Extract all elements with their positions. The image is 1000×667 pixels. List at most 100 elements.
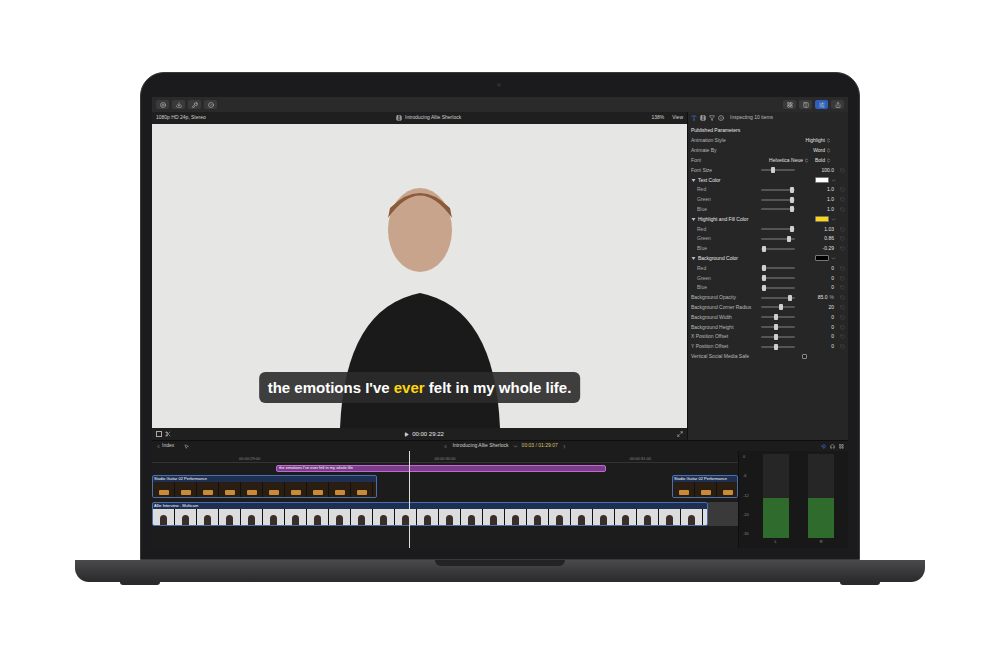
color-swatch[interactable] [815,177,829,183]
slider-track[interactable] [761,199,795,201]
video-inspector-icon[interactable] [700,115,706,121]
parameter-value[interactable]: 20 [795,305,834,310]
slider-track[interactable] [761,248,795,250]
reset-icon[interactable] [840,266,845,271]
caption[interactable]: the emotions I've ever felt in my whole … [259,372,581,403]
back-icon[interactable] [156,444,161,449]
index-button[interactable]: Index [162,442,174,450]
toolbar-icon[interactable] [835,102,841,108]
view-menu[interactable]: View [672,114,683,122]
reset-icon[interactable] [840,325,845,330]
slider-track[interactable] [761,208,795,210]
headphones-icon[interactable] [830,444,835,449]
slider-knob[interactable] [790,226,794,232]
chevron-icon[interactable] [513,444,518,449]
toolbar-icon[interactable] [176,102,182,108]
slider-knob[interactable] [774,314,778,320]
parameter-value[interactable]: -0.29 [795,246,834,251]
next-icon[interactable] [562,444,567,449]
toolbar-icon[interactable] [160,102,166,108]
color-swatch[interactable] [815,255,829,261]
reset-icon[interactable] [840,285,845,290]
slider-knob[interactable] [779,304,783,310]
parameter-value[interactable]: 0 [795,276,834,281]
reset-icon[interactable] [840,344,845,349]
reset-icon[interactable] [840,236,845,241]
slider-knob[interactable] [771,167,775,173]
disclosure-open-icon[interactable] [691,256,696,261]
popup-button[interactable]: Highlight [806,138,831,143]
title-inspector-icon[interactable] [691,115,697,121]
slider-track[interactable] [761,346,795,348]
slider-track[interactable] [761,316,795,318]
snapping-icon[interactable] [821,444,826,449]
disclosure-open-icon[interactable] [691,217,696,222]
color-swatch[interactable] [815,216,829,222]
slider-knob[interactable] [787,236,791,242]
reset-icon[interactable] [840,305,845,310]
slider-knob[interactable] [790,197,794,203]
slider-track[interactable] [761,169,795,171]
parameter-value[interactable]: 0 [795,266,834,271]
slider-knob[interactable] [762,285,766,291]
music-clip[interactable]: Studio Guitar 02 Performance [152,475,377,498]
slider-knob[interactable] [774,344,778,350]
parameter-value[interactable]: 0.86 [795,236,834,241]
parameter-value[interactable]: 0 [795,325,834,330]
reset-icon[interactable] [840,276,845,281]
parameter-value[interactable]: 1.0 [795,187,834,192]
slider-track[interactable] [761,326,795,328]
toolbar-icon[interactable] [192,102,198,108]
chevron-icon[interactable] [831,217,836,222]
slider-knob[interactable] [762,246,766,252]
slider-track[interactable] [761,189,795,191]
parameter-value[interactable]: 0 [795,285,834,290]
reset-icon[interactable] [840,197,845,202]
chevron-icon[interactable] [831,256,836,261]
parameter-value[interactable]: 0 [795,334,834,339]
slider-knob[interactable] [788,295,792,301]
toolbar-icon[interactable] [819,102,825,108]
slider-knob[interactable] [790,206,794,212]
prev-icon[interactable] [443,444,448,449]
parameter-value[interactable]: 100.0 [795,168,834,173]
video-clip[interactable]: Allie Interview - Multicam [152,502,708,526]
slider-knob[interactable] [774,334,778,340]
music-clip[interactable]: Studio Guitar 02 Performance [672,475,738,498]
title-clip[interactable]: the emotions I've ever felt in my whole … [276,465,606,472]
tool-icon[interactable] [165,431,171,437]
play-icon[interactable] [404,432,409,437]
slider-track[interactable] [761,267,795,269]
reset-icon[interactable] [840,246,845,251]
parameter-value[interactable]: 1.0 [795,207,834,212]
slider-track[interactable] [761,306,795,308]
parameter-value[interactable]: 0 [795,315,834,320]
fullscreen-icon[interactable] [677,431,683,437]
slider-track[interactable] [761,287,795,289]
slider-knob[interactable] [762,265,766,271]
info-icon[interactable] [718,115,724,121]
toolbar-icon[interactable] [787,102,793,108]
slider-knob[interactable] [762,275,766,281]
reset-icon[interactable] [840,295,845,300]
slider-track[interactable] [761,228,795,230]
slider-track[interactable] [761,297,795,299]
popup-button[interactable]: Helvetica Neue [769,158,809,163]
crop-icon[interactable] [156,431,162,437]
parameter-value[interactable]: 0 [795,344,834,349]
filter-icon[interactable] [709,115,715,121]
parameter-value[interactable]: 85.0% [795,295,834,300]
select-tool-icon[interactable] [184,444,189,449]
reset-icon[interactable] [840,334,845,339]
parameter-value[interactable]: 1.0 [795,197,834,202]
playhead[interactable] [409,451,410,548]
toolbar-icon[interactable] [208,102,214,108]
popup-button[interactable]: Bold [815,158,831,163]
chevron-icon[interactable] [831,178,836,183]
reset-icon[interactable] [840,168,845,173]
reset-icon[interactable] [840,227,845,232]
popup-button[interactable]: Word [813,148,831,153]
toolbar-icon[interactable] [803,102,809,108]
slider-knob[interactable] [790,187,794,193]
zoom-menu[interactable]: 138% [651,114,664,122]
